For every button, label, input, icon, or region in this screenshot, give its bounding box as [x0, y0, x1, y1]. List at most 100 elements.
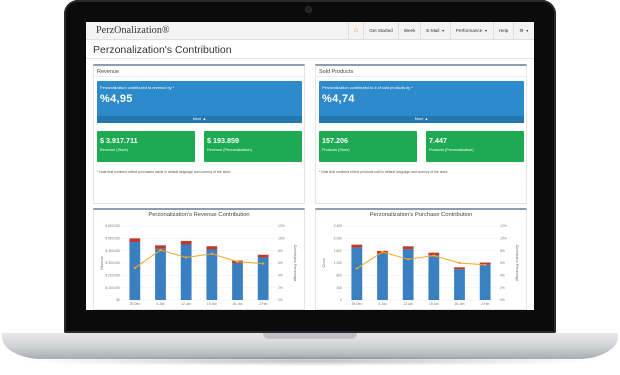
contribution-point — [261, 262, 265, 265]
products-panel-heading: Sold Products — [316, 66, 526, 77]
contribution-point — [483, 263, 487, 267]
revenue-panel-heading: Revenue — [94, 66, 304, 77]
nav-menu: ⌂ Get Started Week E-Mail ▼ Performance ▼ … — [347, 22, 534, 40]
caret-down-icon: ▼ — [441, 28, 445, 33]
y-tick-label: 2.000 — [334, 237, 342, 241]
nav-help[interactable]: Help — [492, 22, 513, 40]
bar-store — [428, 255, 440, 300]
contribution-point — [184, 256, 188, 259]
y2-tick-label: 8% — [500, 249, 505, 253]
laptop-notch — [263, 333, 357, 339]
contribution-point — [210, 252, 214, 255]
y2-tick-label: 2% — [500, 286, 505, 290]
y-tick-label: 1.600 — [334, 249, 342, 253]
bar-store — [129, 242, 141, 300]
y-tick-label: $ 400.000 — [105, 249, 120, 253]
contribution-point — [236, 260, 239, 263]
x-tick-label: 2.Feb — [259, 302, 268, 306]
stat-label: Revenue (Store) — [100, 148, 128, 152]
x-tick-label: 26.Jan — [233, 302, 243, 306]
revenue-perzonalization-stat: $ 193.859 Revenue (Perzonalization) — [204, 131, 302, 162]
nav-email-dropdown[interactable]: E-Mail ▼ — [420, 22, 450, 40]
y2-tick-label: 8% — [278, 249, 283, 253]
contribution-point — [432, 254, 436, 257]
products-store-stat: 157.206 Products (Store) — [319, 131, 417, 162]
contribution-point — [133, 266, 137, 270]
stat-value: $ 193.859 — [207, 136, 239, 145]
bar-perzonalization — [351, 244, 363, 248]
bar-store — [351, 247, 363, 300]
stat-value: 7.447 — [429, 136, 447, 145]
contribution-point — [381, 250, 384, 254]
laptop-shadow — [20, 356, 600, 366]
bar-perzonalization — [155, 245, 166, 249]
home-icon[interactable]: ⌂ — [347, 22, 363, 40]
bar-store — [454, 269, 465, 300]
bar-store — [377, 253, 388, 300]
y-axis-label: Count — [322, 258, 326, 267]
revenue-contribution-value: %4,95 — [100, 93, 133, 105]
y-tick-label: 0 — [340, 298, 342, 302]
contribution-point — [159, 248, 162, 252]
y2-tick-label: 4% — [278, 274, 283, 278]
nav-performance-label: Performance — [455, 28, 483, 33]
y2-tick-label: 12% — [278, 224, 285, 228]
bar-store — [180, 244, 192, 300]
revenue-note: * Note that numbers reflect purchases ma… — [97, 170, 232, 174]
bar-perzonalization — [257, 254, 269, 258]
y-tick-label: $ 600.000 — [105, 224, 120, 228]
revenue-contribution-label: Perzonalization contributed to revenue b… — [100, 85, 175, 90]
nav-email-label: E-Mail — [426, 28, 440, 33]
y2-tick-label: 0% — [278, 298, 283, 302]
x-tick-label: 29.Dec — [352, 302, 363, 306]
products-more-toggle[interactable]: More ▲ — [319, 116, 524, 123]
y-tick-label: $ 200.000 — [105, 274, 120, 278]
revenue-more-toggle[interactable]: More ▲ — [97, 116, 302, 123]
bar-perzonalization — [129, 238, 141, 243]
screen: PerzOnalization® ⌂ Get Started Week E-Ma… — [86, 22, 534, 310]
logo[interactable]: PerzOnalization® — [96, 25, 348, 36]
x-tick-label: 19.Jan — [429, 302, 439, 306]
y2-tick-label: 6% — [500, 261, 505, 265]
nav-performance-dropdown[interactable]: Performance ▼ — [449, 22, 493, 40]
x-tick-label: 29.Dec — [130, 302, 141, 306]
products-note: * Note that numbers reflect products sol… — [319, 170, 449, 174]
y2-tick-label: 2% — [278, 286, 283, 290]
revenue-chart: $0 $ 100.000 $ 200.000 $ 300.000 $ 400.000 $ … — [100, 224, 297, 306]
y-tick-label: 2.400 — [334, 224, 342, 228]
y2-tick-label: 12% — [500, 224, 507, 228]
bar-perzonalization — [180, 240, 192, 245]
settings-dropdown[interactable]: ⚙ ▼ — [513, 22, 534, 40]
revenue-contribution-box: Perzonalization contributed to revenue b… — [97, 81, 302, 123]
bar-perzonalization — [206, 246, 218, 250]
y-tick-label: $ 500.000 — [105, 237, 120, 241]
contribution-point — [406, 258, 410, 261]
bar-perzonalization — [402, 246, 414, 250]
purchase-chart-panel: Perzonalization's Purchase Contribution … — [315, 208, 527, 310]
title-divider — [86, 58, 534, 59]
products-perzonalization-stat: 7.447 Products (Perzonalization) — [426, 131, 524, 162]
stat-label: Revenue (Perzonalization) — [207, 148, 252, 152]
nav-get-started[interactable]: Get Started — [363, 22, 398, 40]
bar-store — [232, 263, 243, 300]
y2-tick-label: 10% — [500, 237, 507, 241]
stat-label: Products (Perzonalization) — [429, 148, 474, 152]
contribution-point — [355, 267, 359, 270]
y-axis-label: Revenue — [100, 256, 104, 270]
products-panel: Sold Products Perzonalization contribute… — [315, 64, 527, 204]
y-tick-label: $0 — [116, 298, 120, 302]
y-tick-label: $ 100.000 — [105, 286, 120, 290]
nav-week[interactable]: Week — [397, 22, 421, 40]
bar-store — [402, 249, 414, 300]
y2-tick-label: 10% — [278, 237, 285, 241]
y-tick-label: $ 300.000 — [105, 261, 120, 265]
products-contribution-box: Perzonalization contributed to # of sold… — [319, 81, 524, 123]
contribution-point — [458, 261, 461, 265]
y-tick-label: 400 — [336, 286, 342, 290]
y2-tick-label: 0% — [500, 298, 505, 302]
revenue-panel: Revenue Perzonalization contributed to r… — [93, 64, 305, 204]
x-tick-label: 5.Jan — [378, 302, 386, 306]
x-tick-label: 5.Jan — [156, 302, 164, 306]
gear-icon: ⚙ — [519, 27, 524, 33]
caret-down-icon: ▼ — [525, 28, 529, 33]
